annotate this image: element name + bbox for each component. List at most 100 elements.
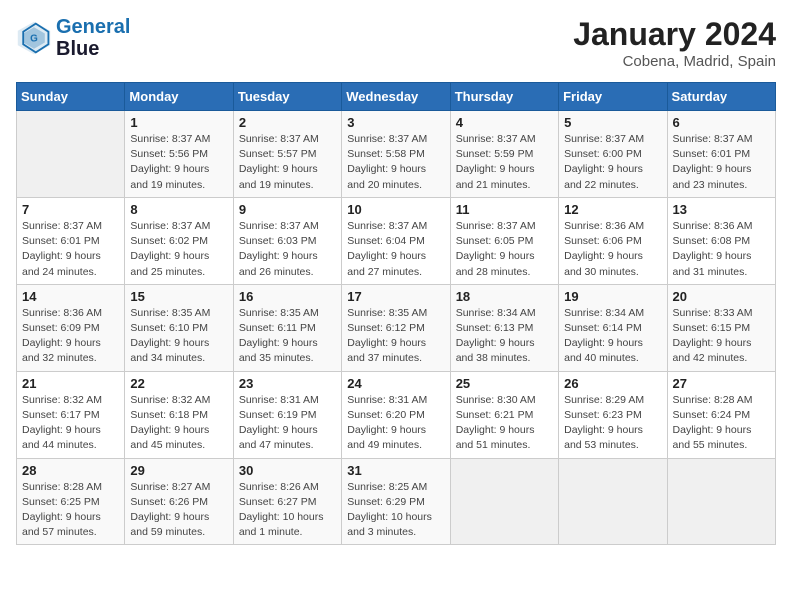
calendar-cell — [17, 111, 125, 198]
day-number: 5 — [564, 115, 661, 130]
calendar-cell: 1 Sunrise: 8:37 AMSunset: 5:56 PMDaylight… — [125, 111, 233, 198]
calendar-week-4: 21Sunrise: 8:32 AMSunset: 6:17 PMDayligh… — [17, 371, 776, 458]
day-info: Sunrise: 8:37 AMSunset: 5:56 PMDaylight:… — [130, 132, 227, 193]
day-number: 10 — [347, 202, 444, 217]
calendar-cell: 11 Sunrise: 8:37 AMSunset: 6:05 PMDayligh… — [450, 197, 558, 284]
day-info: Sunrise: 8:37 AMSunset: 5:57 PMDaylight:… — [239, 132, 336, 193]
day-info: Sunrise: 8:36 AMSunset: 6:06 PMDaylight:… — [564, 219, 661, 280]
day-info: Sunrise: 8:34 AMSunset: 6:13 PMDaylight:… — [456, 306, 553, 367]
day-info: Sunrise: 8:35 AMSunset: 6:12 PMDaylight:… — [347, 306, 444, 367]
day-number: 9 — [239, 202, 336, 217]
calendar-cell: 24 Sunrise: 8:31 AMSunset: 6:20 PMDayligh… — [342, 371, 450, 458]
calendar-week-2: 7 Sunrise: 8:37 AMSunset: 6:01 PMDaylight… — [17, 197, 776, 284]
day-info: Sunrise: 8:35 AMSunset: 6:11 PMDaylight:… — [239, 306, 336, 367]
day-info: Sunrise: 8:37 AMSunset: 6:02 PMDaylight:… — [130, 219, 227, 280]
calendar-cell: 13 Sunrise: 8:36 AMSunset: 6:08 PMDayligh… — [667, 197, 775, 284]
day-info: Sunrise: 8:37 AMSunset: 6:01 PMDaylight:… — [22, 219, 119, 280]
calendar-cell: 16 Sunrise: 8:35 AMSunset: 6:11 PMDayligh… — [233, 284, 341, 371]
day-number: 16 — [239, 289, 336, 304]
calendar-cell: 29 Sunrise: 8:27 AMSunset: 6:26 PMDayligh… — [125, 458, 233, 545]
calendar-cell: 20Sunrise: 8:33 AMSunset: 6:15 PMDayligh… — [667, 284, 775, 371]
day-info: Sunrise: 8:28 AMSunset: 6:25 PMDaylight:… — [22, 480, 119, 541]
weekday-header-tuesday: Tuesday — [233, 83, 341, 111]
day-number: 13 — [673, 202, 770, 217]
day-info: Sunrise: 8:28 AMSunset: 6:24 PMDaylight:… — [673, 393, 770, 454]
day-number: 28 — [22, 463, 119, 478]
day-number: 8 — [130, 202, 227, 217]
day-number: 21 — [22, 376, 119, 391]
day-number: 15 — [130, 289, 227, 304]
calendar-cell: 21Sunrise: 8:32 AMSunset: 6:17 PMDayligh… — [17, 371, 125, 458]
day-number: 20 — [673, 289, 770, 304]
day-info: Sunrise: 8:30 AMSunset: 6:21 PMDaylight:… — [456, 393, 553, 454]
day-number: 31 — [347, 463, 444, 478]
day-number: 23 — [239, 376, 336, 391]
calendar-cell: 26 Sunrise: 8:29 AMSunset: 6:23 PMDayligh… — [559, 371, 667, 458]
calendar-cell: 22Sunrise: 8:32 AMSunset: 6:18 PMDayligh… — [125, 371, 233, 458]
day-info: Sunrise: 8:31 AMSunset: 6:19 PMDaylight:… — [239, 393, 336, 454]
calendar-week-5: 28 Sunrise: 8:28 AMSunset: 6:25 PMDayligh… — [17, 458, 776, 545]
day-number: 24 — [347, 376, 444, 391]
calendar-cell: 17 Sunrise: 8:35 AMSunset: 6:12 PMDayligh… — [342, 284, 450, 371]
logo-icon: G — [16, 20, 52, 56]
day-number: 30 — [239, 463, 336, 478]
day-info: Sunrise: 8:29 AMSunset: 6:23 PMDaylight:… — [564, 393, 661, 454]
day-info: Sunrise: 8:36 AMSunset: 6:09 PMDaylight:… — [22, 306, 119, 367]
calendar-cell: 19 Sunrise: 8:34 AMSunset: 6:14 PMDayligh… — [559, 284, 667, 371]
weekday-header-wednesday: Wednesday — [342, 83, 450, 111]
day-number: 17 — [347, 289, 444, 304]
calendar-cell: 14 Sunrise: 8:36 AMSunset: 6:09 PMDayligh… — [17, 284, 125, 371]
calendar-cell: 25 Sunrise: 8:30 AMSunset: 6:21 PMDayligh… — [450, 371, 558, 458]
day-number: 6 — [673, 115, 770, 130]
calendar-cell — [559, 458, 667, 545]
day-number: 29 — [130, 463, 227, 478]
calendar-cell: 5 Sunrise: 8:37 AMSunset: 6:00 PMDaylight… — [559, 111, 667, 198]
page-header: G General Blue January 2024 Cobena, Madr… — [16, 16, 776, 70]
calendar-cell: 7 Sunrise: 8:37 AMSunset: 6:01 PMDaylight… — [17, 197, 125, 284]
day-info: Sunrise: 8:37 AMSunset: 6:03 PMDaylight:… — [239, 219, 336, 280]
location-subtitle: Cobena, Madrid, Spain — [573, 53, 776, 70]
weekday-header-saturday: Saturday — [667, 83, 775, 111]
day-info: Sunrise: 8:37 AMSunset: 5:58 PMDaylight:… — [347, 132, 444, 193]
day-number: 12 — [564, 202, 661, 217]
day-number: 26 — [564, 376, 661, 391]
day-info: Sunrise: 8:35 AMSunset: 6:10 PMDaylight:… — [130, 306, 227, 367]
day-number: 2 — [239, 115, 336, 130]
calendar-cell: 6 Sunrise: 8:37 AMSunset: 6:01 PMDaylight… — [667, 111, 775, 198]
day-info: Sunrise: 8:37 AMSunset: 6:00 PMDaylight:… — [564, 132, 661, 193]
calendar-cell: 2 Sunrise: 8:37 AMSunset: 5:57 PMDaylight… — [233, 111, 341, 198]
calendar-table: SundayMondayTuesdayWednesdayThursdayFrid… — [16, 82, 776, 545]
calendar-cell — [450, 458, 558, 545]
day-number: 3 — [347, 115, 444, 130]
logo-text: General Blue — [56, 16, 130, 60]
day-info: Sunrise: 8:25 AMSunset: 6:29 PMDaylight:… — [347, 480, 444, 541]
weekday-header-friday: Friday — [559, 83, 667, 111]
day-info: Sunrise: 8:37 AMSunset: 6:01 PMDaylight:… — [673, 132, 770, 193]
day-number: 7 — [22, 202, 119, 217]
calendar-cell: 3 Sunrise: 8:37 AMSunset: 5:58 PMDaylight… — [342, 111, 450, 198]
weekday-header-sunday: Sunday — [17, 83, 125, 111]
day-info: Sunrise: 8:37 AMSunset: 6:05 PMDaylight:… — [456, 219, 553, 280]
calendar-cell: 12 Sunrise: 8:36 AMSunset: 6:06 PMDayligh… — [559, 197, 667, 284]
calendar-cell: 28 Sunrise: 8:28 AMSunset: 6:25 PMDayligh… — [17, 458, 125, 545]
calendar-cell: 31 Sunrise: 8:25 AMSunset: 6:29 PMDayligh… — [342, 458, 450, 545]
day-info: Sunrise: 8:37 AMSunset: 6:04 PMDaylight:… — [347, 219, 444, 280]
day-number: 18 — [456, 289, 553, 304]
day-info: Sunrise: 8:36 AMSunset: 6:08 PMDaylight:… — [673, 219, 770, 280]
calendar-cell: 4Sunrise: 8:37 AMSunset: 5:59 PMDaylight… — [450, 111, 558, 198]
svg-text:G: G — [30, 34, 38, 45]
weekday-header-thursday: Thursday — [450, 83, 558, 111]
weekday-header-monday: Monday — [125, 83, 233, 111]
day-number: 11 — [456, 202, 553, 217]
day-info: Sunrise: 8:32 AMSunset: 6:18 PMDaylight:… — [130, 393, 227, 454]
day-info: Sunrise: 8:34 AMSunset: 6:14 PMDaylight:… — [564, 306, 661, 367]
day-number: 19 — [564, 289, 661, 304]
calendar-cell: 27Sunrise: 8:28 AMSunset: 6:24 PMDayligh… — [667, 371, 775, 458]
day-info: Sunrise: 8:27 AMSunset: 6:26 PMDaylight:… — [130, 480, 227, 541]
day-info: Sunrise: 8:37 AMSunset: 5:59 PMDaylight:… — [456, 132, 553, 193]
day-info: Sunrise: 8:31 AMSunset: 6:20 PMDaylight:… — [347, 393, 444, 454]
day-number: 25 — [456, 376, 553, 391]
day-number: 1 — [130, 115, 227, 130]
day-number: 14 — [22, 289, 119, 304]
logo: G General Blue — [16, 16, 130, 60]
